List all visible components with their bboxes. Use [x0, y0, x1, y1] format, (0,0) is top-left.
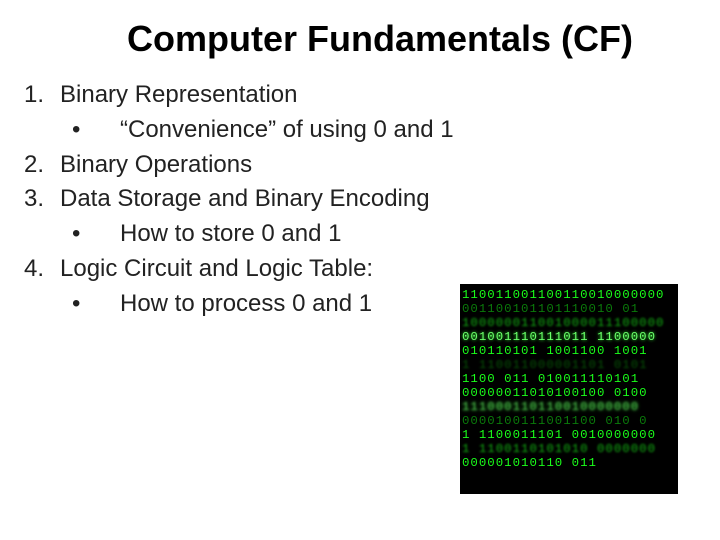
sub-item-text: How to store 0 and 1: [120, 217, 700, 252]
slide-title: Computer Fundamentals (CF): [20, 18, 700, 60]
list-item: 3.Data Storage and Binary Encoding: [24, 182, 700, 217]
item-number: 2.: [24, 148, 60, 183]
list-item: 4.Logic Circuit and Logic Table:: [24, 252, 700, 287]
item-text: Data Storage and Binary Encoding: [60, 182, 700, 217]
bullet-icon: •: [62, 217, 120, 252]
sub-item-text: “Convenience” of using 0 and 1: [120, 113, 700, 148]
sub-item: •“Convenience” of using 0 and 1: [24, 113, 700, 148]
bullet-icon: •: [62, 287, 120, 322]
item-text: Binary Operations: [60, 148, 700, 183]
item-number: 4.: [24, 252, 60, 287]
item-number: 3.: [24, 182, 60, 217]
item-text: Binary Representation: [60, 78, 700, 113]
bullet-icon: •: [62, 113, 120, 148]
item-text: Logic Circuit and Logic Table:: [60, 252, 700, 287]
sub-item: •How to store 0 and 1: [24, 217, 700, 252]
binary-matrix-image: 1100110011001100100000000011001011011100…: [460, 284, 678, 494]
list-item: 2.Binary Operations: [24, 148, 700, 183]
item-number: 1.: [24, 78, 60, 113]
list-item: 1.Binary Representation: [24, 78, 700, 113]
